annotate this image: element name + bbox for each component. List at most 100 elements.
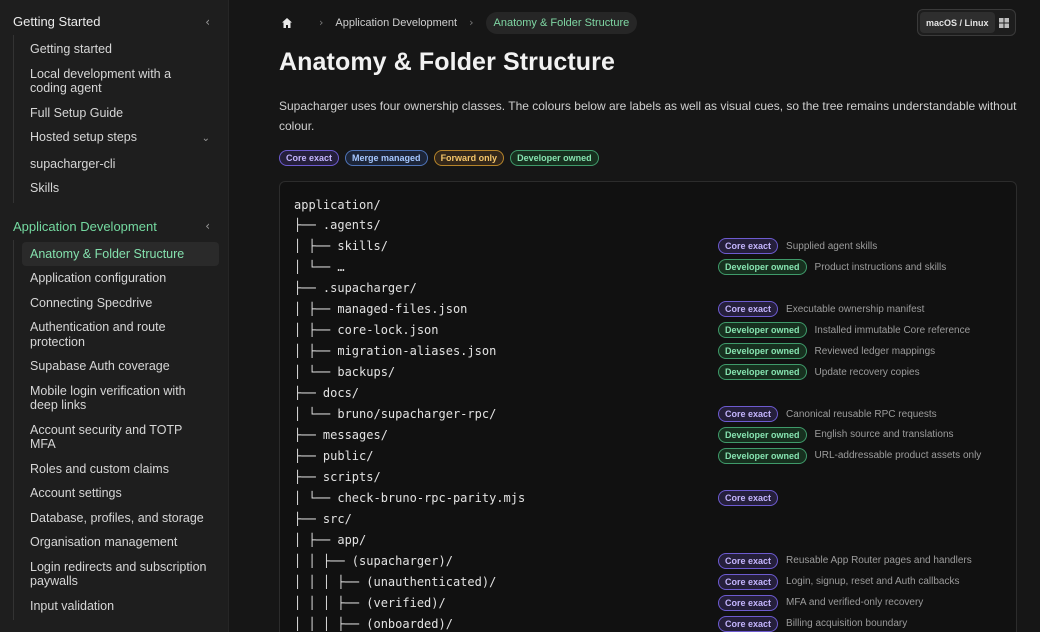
sidebar-item[interactable]: Getting started — [22, 37, 219, 62]
sidebar-item[interactable]: Skills — [22, 176, 219, 201]
tree-row: │ ├── skills/Core exact Supplied agent sk… — [294, 236, 1014, 257]
breadcrumb-link[interactable]: Application Development — [335, 17, 457, 29]
ownership-badge: Core exact — [718, 238, 779, 255]
ownership-badge: Core exact — [718, 573, 779, 590]
tree-description: English source and translations — [814, 429, 954, 441]
home-icon[interactable] — [279, 15, 295, 31]
tree-path: │ └── check-bruno-rpc-parity.mjs — [294, 490, 526, 505]
tree-path: │ └── bruno/supacharger-rpc/ — [294, 407, 497, 421]
sidebar-item[interactable]: Input validation — [22, 594, 219, 619]
tree-path: │ └── backups/ — [294, 365, 396, 380]
sidebar-item[interactable]: Database, profiles, and storage — [22, 506, 219, 531]
ownership-badge: Core exact — [718, 301, 779, 318]
tree-row: application/ — [294, 194, 1014, 215]
os-option-macos-linux[interactable]: macOS / Linux — [920, 12, 995, 33]
ownership-badge: Core exact — [718, 406, 779, 422]
windows-icon[interactable] — [995, 17, 1013, 28]
sidebar-item[interactable]: Full Setup Guide — [22, 101, 219, 126]
breadcrumb: › Application Development › Anatomy & Fo… — [279, 11, 638, 34]
folder-tree: application/ ├── .agents/ │ ├── skills/Cor… — [279, 181, 1017, 632]
sidebar-item[interactable]: Hosted setup steps ⌄ — [22, 125, 219, 152]
ownership-badge: Developer owned — [718, 259, 807, 276]
tree-path: │ ├── managed-files.json — [294, 302, 468, 317]
tree-description: Product instructions and skills — [814, 261, 947, 273]
tree-path: │ │ │ ├── (onboarded)/ — [294, 616, 453, 631]
sidebar-item[interactable]: Mobile login verification with deep link… — [22, 379, 219, 418]
sidebar-section-title: Application Development — [13, 218, 157, 234]
tree-path: │ ├── skills/ — [294, 239, 388, 254]
sidebar-item-label: Connecting Specdrive — [30, 295, 153, 310]
sidebar-item[interactable]: Account settings — [22, 481, 219, 506]
tree-path: │ ├── core-lock.json — [294, 323, 439, 338]
tree-row: │ │ ├── (supacharger)/ Core exact Reusable… — [294, 550, 1014, 571]
chevron-left-icon: ‹ — [205, 14, 210, 29]
chevron-down-icon[interactable]: ⌄ — [202, 132, 210, 147]
tree-path: ├── .agents/ — [294, 218, 381, 233]
sidebar-nav-list: Anatomy & Folder Structure Application co… — [13, 239, 228, 620]
ownership-badge: Core exact — [718, 489, 779, 506]
sidebar-item-label: Local development with a coding agent — [30, 66, 172, 96]
sidebar-item-label: Application configuration — [30, 271, 167, 285]
ownership-badge: Core exact — [718, 594, 779, 611]
ownership-badge: Developer owned — [718, 322, 807, 339]
sidebar: Getting Started ‹ Getting started Local dev… — [0, 0, 229, 632]
sidebar-item[interactable]: Local development with a coding agent — [22, 62, 219, 101]
tree-path: ├── scripts/ — [294, 469, 381, 484]
sidebar-item[interactable]: Authentication and route protection — [22, 315, 219, 354]
ownership-badge: Developer owned — [718, 364, 807, 381]
tree-description: Installed immutable Core reference — [814, 324, 971, 336]
ownership-badge: Developer owned — [718, 426, 807, 443]
sidebar-item[interactable]: Application configuration — [22, 266, 219, 291]
sidebar-item-label: Skills — [30, 181, 60, 195]
tree-path: ├── public/ — [294, 448, 374, 463]
tree-description: Billing acquisition boundary — [786, 618, 908, 629]
ownership-legend: Core exact Merge managed Forward only Devel… — [279, 150, 599, 166]
sidebar-item-label: Organisation management — [30, 535, 178, 549]
main-content: › Application Development › Anatomy & Fo… — [229, 0, 1040, 632]
ownership-badge: Developer owned — [718, 343, 807, 360]
os-switch: macOS / Linux — [917, 9, 1016, 36]
tree-path: ├── .supacharger/ — [294, 281, 417, 296]
tree-description: Login, signup, reset and Auth callbacks — [786, 576, 960, 588]
sidebar-item[interactable]: supacharger-cli — [22, 152, 219, 177]
sidebar-item[interactable]: Organisation management — [22, 530, 219, 555]
sidebar-item[interactable]: Login redirects and subscription paywall… — [22, 555, 219, 594]
tree-row: │ └── bruno/supacharger-rpc/Core exact Ca… — [294, 404, 1014, 425]
sidebar-item[interactable]: Roles and custom claims — [22, 457, 219, 482]
tree-description: Canonical reusable RPC requests — [786, 408, 937, 420]
tree-path: │ ├── migration-aliases.json — [294, 344, 497, 359]
tree-description: Update recovery copies — [814, 366, 920, 378]
tree-row: ├── .supacharger/ — [294, 278, 1014, 299]
sidebar-item[interactable]: Account security and TOTP MFA — [22, 418, 219, 457]
sidebar-item[interactable]: Connecting Specdrive — [22, 291, 219, 316]
breadcrumb-current: Anatomy & Folder Structure — [485, 11, 638, 34]
intro-paragraph: Supacharger uses four ownership classes.… — [279, 99, 1017, 133]
tree-row: │ └── backups/Developer owned Update reco… — [294, 362, 1014, 383]
sidebar-section-header[interactable]: Getting Started ‹ — [0, 8, 228, 35]
ownership-badge: Core exact — [718, 615, 779, 632]
sidebar-section-header[interactable]: Application Development ‹ — [0, 213, 228, 240]
sidebar-item[interactable]: Anatomy & Folder Structure — [22, 241, 219, 266]
sidebar-item[interactable]: Supabase Auth coverage — [22, 354, 219, 379]
tree-row: ├── .agents/ — [294, 215, 1014, 236]
tree-row: │ ├── managed-files.json Core exact Execut… — [294, 299, 1014, 320]
tree-row: │ └── … Developer owned Product instructio… — [294, 257, 1014, 278]
sidebar-item-label: Roles and custom claims — [30, 461, 169, 476]
legend-badge: Core exact — [279, 150, 340, 166]
tree-path: ├── src/ — [294, 511, 352, 526]
tree-row: │ ├── app/ — [294, 529, 1014, 550]
tree-description: Reviewed ledger mappings — [814, 345, 936, 357]
sidebar-nav-list: Getting started Local development with a … — [13, 35, 228, 203]
tree-path: ├── docs/ — [294, 386, 360, 401]
sidebar-item-label: Account settings — [30, 486, 122, 500]
tree-path: │ ├── app/ — [294, 532, 367, 547]
sidebar-item-label: Login redirects and subscription paywall… — [30, 559, 207, 589]
tree-description: Supplied agent skills — [786, 240, 878, 252]
tree-path: │ │ ├── (supacharger)/ — [294, 553, 453, 568]
tree-row: │ ├── migration-aliases.json Developer ow… — [294, 341, 1014, 362]
tree-description: Reusable App Router pages and handlers — [786, 555, 972, 567]
tree-row: ├── docs/ — [294, 383, 1014, 404]
sidebar-section-title: Getting Started — [13, 14, 101, 29]
tree-description: Executable ownership manifest — [786, 303, 925, 315]
tree-description: MFA and verified-only recovery — [786, 597, 924, 609]
